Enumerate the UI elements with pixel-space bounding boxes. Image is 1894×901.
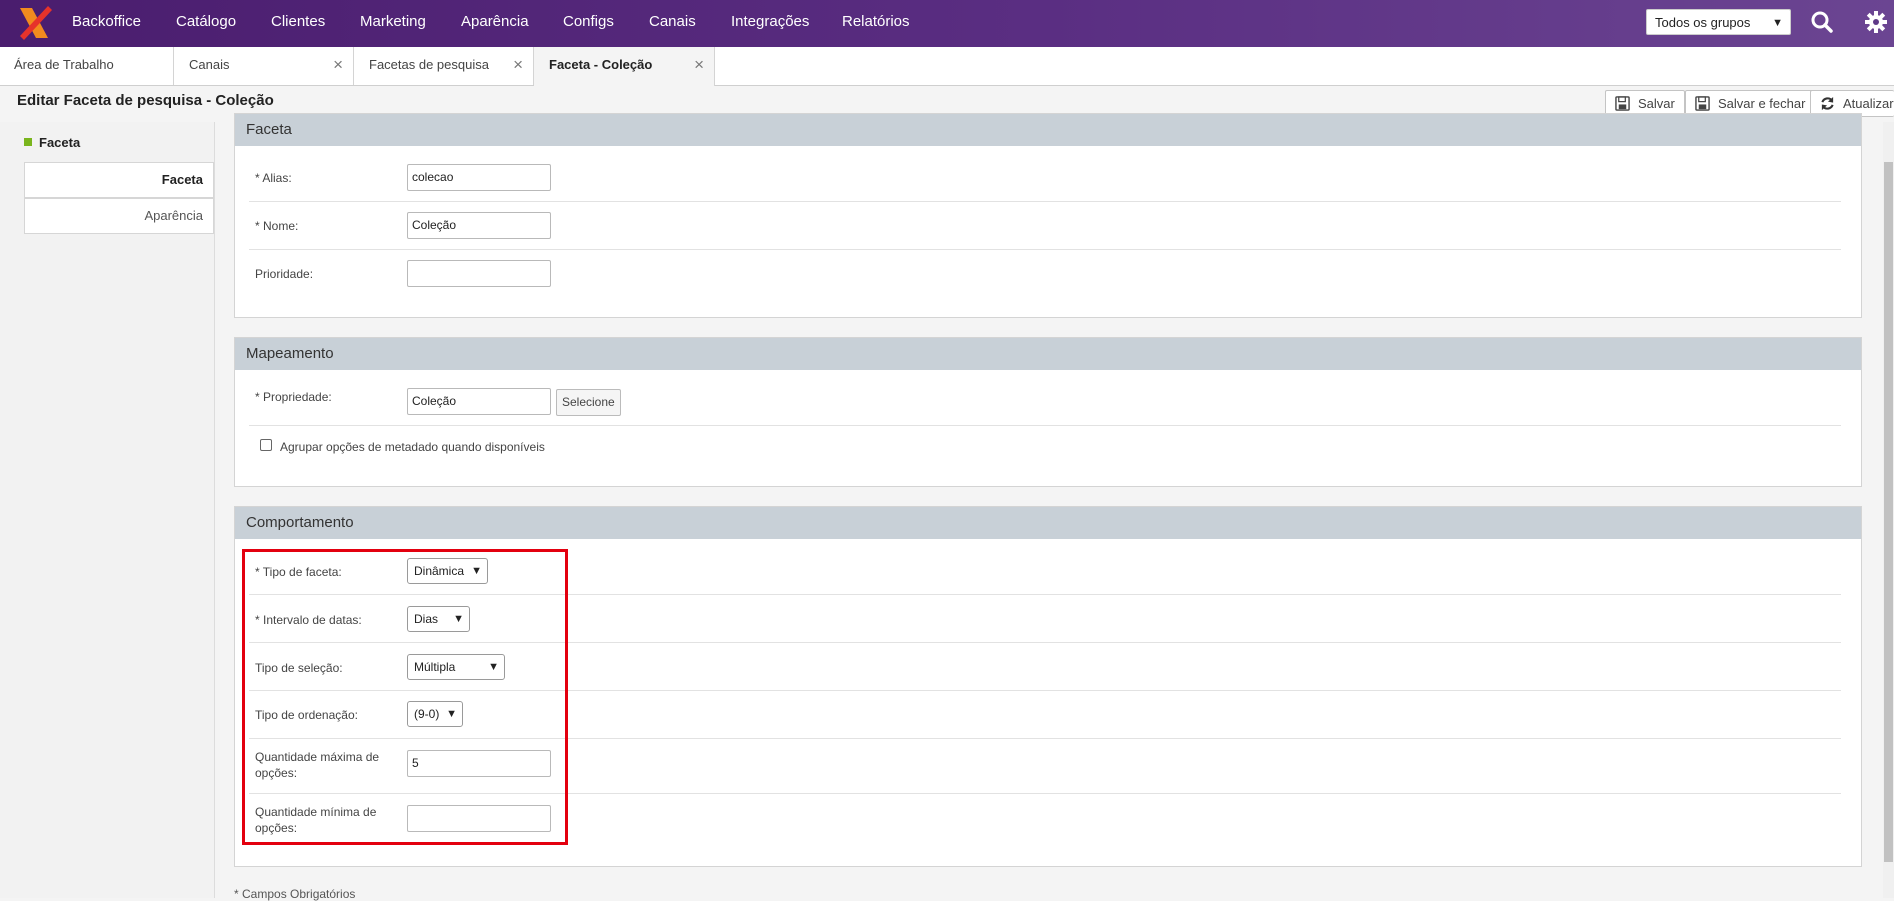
divider: [249, 425, 1841, 426]
scrollbar[interactable]: [1883, 122, 1894, 898]
page-title: Editar Faceta de pesquisa - Coleção: [17, 92, 274, 109]
search-icon[interactable]: [1810, 10, 1834, 34]
tab-facetas-de-pesquisa[interactable]: Facetas de pesquisa ×: [354, 47, 534, 85]
left-heading-label: Faceta: [39, 135, 81, 150]
tab-area-de-trabalho[interactable]: Área de Trabalho: [0, 47, 174, 85]
save-close-label: Salvar e fechar: [1718, 96, 1806, 111]
nav-relatorios[interactable]: Relatórios: [842, 0, 910, 47]
close-icon[interactable]: ×: [513, 47, 523, 83]
agrupar-checkbox[interactable]: [260, 439, 272, 451]
gear-icon[interactable]: [1864, 10, 1888, 34]
floppy-disk-icon: [1615, 96, 1630, 111]
propriedade-label: * Propriedade:: [255, 390, 332, 404]
section-title: Faceta: [235, 114, 1861, 146]
tab-faceta-colecao[interactable]: Faceta - Coleção ×: [534, 47, 715, 86]
logo-icon[interactable]: [18, 4, 52, 42]
nav-aparencia[interactable]: Aparência: [461, 0, 529, 47]
prioridade-input[interactable]: [407, 260, 551, 287]
floppy-disk-icon: [1695, 96, 1710, 111]
propriedade-input[interactable]: Coleção: [407, 388, 551, 415]
close-icon[interactable]: ×: [694, 47, 704, 83]
nav-marketing[interactable]: Marketing: [360, 0, 426, 47]
group-select-value: Todos os grupos: [1655, 15, 1751, 30]
selecione-button[interactable]: Selecione: [556, 389, 621, 416]
nav-catalogo[interactable]: Catálogo: [176, 0, 236, 47]
required-fields-note: * Campos Obrigatórios: [234, 887, 356, 901]
scrollbar-thumb[interactable]: [1884, 162, 1893, 862]
close-icon[interactable]: ×: [333, 47, 343, 83]
nav-clientes[interactable]: Clientes: [271, 0, 325, 47]
nav-backoffice[interactable]: Backoffice: [72, 0, 141, 47]
refresh-label: Atualizar: [1843, 96, 1894, 111]
alias-input[interactable]: colecao: [407, 164, 551, 191]
save-label: Salvar: [1638, 96, 1675, 111]
chevron-down-icon: ▼: [1772, 17, 1783, 29]
section-title: Mapeamento: [235, 338, 1861, 370]
green-square-icon: [24, 138, 32, 146]
tab-label: Facetas de pesquisa: [369, 57, 489, 72]
alias-label: * Alias:: [255, 171, 292, 185]
tab-label: Faceta - Coleção: [549, 57, 653, 72]
tab-canais[interactable]: Canais ×: [174, 47, 354, 85]
section-title: Comportamento: [235, 507, 1861, 539]
nav-canais[interactable]: Canais: [649, 0, 696, 47]
refresh-icon: [1821, 96, 1834, 111]
highlight-box: [242, 549, 568, 845]
left-item-faceta[interactable]: Faceta: [24, 162, 214, 198]
group-select[interactable]: Todos os grupos ▼: [1646, 9, 1791, 35]
nome-input[interactable]: Coleção: [407, 212, 551, 239]
nav-configs[interactable]: Configs: [563, 0, 614, 47]
tab-label: Área de Trabalho: [14, 57, 114, 72]
tab-label: Canais: [189, 57, 230, 72]
tab-bar: Área de Trabalho Canais × Facetas de pes…: [0, 47, 1894, 86]
agrupar-label: Agrupar opções de metadado quando dispon…: [280, 440, 545, 454]
top-navbar: Backoffice Catálogo Clientes Marketing A…: [0, 0, 1894, 47]
left-panel: [0, 122, 215, 898]
left-item-aparencia[interactable]: Aparência: [24, 198, 214, 234]
nav-integracoes[interactable]: Integrações: [731, 0, 809, 47]
prioridade-label: Prioridade:: [255, 267, 314, 281]
left-panel-heading[interactable]: Faceta: [24, 135, 80, 150]
divider: [249, 201, 1841, 202]
divider: [249, 249, 1841, 250]
nome-label: * Nome:: [255, 219, 299, 233]
